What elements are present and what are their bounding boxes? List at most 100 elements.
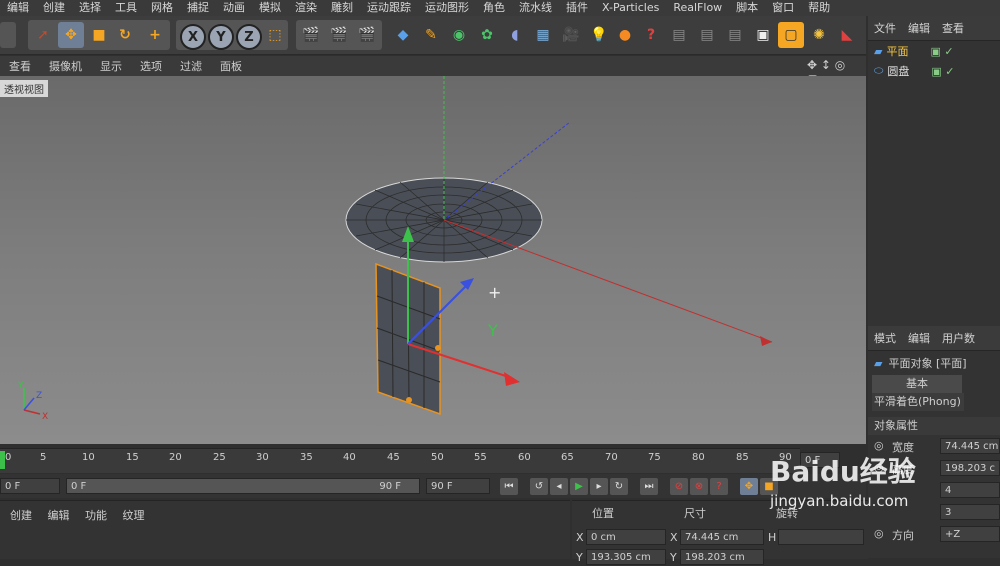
render-view-icon[interactable]: 🎬 [298, 22, 324, 48]
xp-modifier-icon[interactable]: ▤ [722, 22, 748, 48]
viewport-menu-options[interactable]: 选项 [131, 58, 171, 74]
menu-help[interactable]: 帮助 [801, 0, 837, 16]
cube-icon[interactable]: ◆ [390, 22, 416, 48]
mat-menu-texture[interactable]: 纹理 [123, 509, 145, 522]
move-tool-icon[interactable]: ✥ [58, 22, 84, 48]
h-rotation-input[interactable] [778, 529, 864, 545]
record-icon[interactable]: ⊘ [670, 478, 688, 495]
menu-mograph[interactable]: 运动图形 [418, 0, 476, 16]
render-picture-viewer-icon[interactable]: 🎬 [326, 22, 352, 48]
rotate-tool-icon[interactable]: ↻ [112, 22, 138, 48]
key-move-icon[interactable]: ✥ [740, 478, 758, 495]
menu-window[interactable]: 窗口 [765, 0, 801, 16]
om-tab-view[interactable]: 查看 [936, 20, 970, 36]
radio-icon[interactable]: ◎ [874, 527, 884, 540]
menu-mesh[interactable]: 网格 [144, 0, 180, 16]
y-size-input[interactable]: 198.203 cm [680, 549, 764, 565]
attr-tab-mode[interactable]: 模式 [868, 330, 902, 346]
end-frame-field[interactable]: 90 F [426, 478, 490, 494]
attr-tab-userdata[interactable]: 用户数 [936, 330, 981, 346]
auto-key-icon[interactable]: ⊗ [690, 478, 708, 495]
scale-tool-icon[interactable]: ■ [86, 22, 112, 48]
camera-icon[interactable]: 🎥 [558, 22, 584, 48]
timeline-ruler[interactable]: 0 5 10 15 20 25 30 35 40 45 50 55 60 65 … [0, 448, 800, 473]
prev-key-icon[interactable]: ◂ [550, 478, 568, 495]
mat-menu-function[interactable]: 功能 [85, 509, 107, 522]
om-tab-file[interactable]: 文件 [868, 20, 902, 36]
forward-icon[interactable]: ↻ [610, 478, 628, 495]
menu-snap[interactable]: 捕捉 [180, 0, 216, 16]
attr-tab-phong[interactable]: 平滑着色(Phong) [872, 393, 964, 411]
light-icon[interactable]: 💡 [586, 22, 612, 48]
layout-icon[interactable]: ▢ [778, 22, 804, 48]
next-key-icon[interactable]: ▸ [590, 478, 608, 495]
orientation-select[interactable]: +Z [940, 526, 1000, 542]
width-segments-input[interactable]: 4 [940, 482, 1000, 498]
coordinate-system-icon[interactable]: ⬚ [262, 22, 288, 48]
frame-range-slider[interactable]: 0 F 90 F [66, 478, 420, 494]
select-arrow-icon[interactable]: ➚ [30, 22, 56, 48]
viewport-menu-filter[interactable]: 过滤 [171, 58, 211, 74]
object-name: 圆盘 [887, 65, 910, 78]
sun-icon[interactable]: ● [612, 22, 638, 48]
visibility-check-icon[interactable]: ▣ ✓ [930, 45, 953, 58]
add-tool-icon[interactable]: + [142, 22, 168, 48]
menu-xparticles[interactable]: X-Particles [595, 0, 666, 16]
axis-z-button[interactable]: Z [236, 24, 262, 50]
axis-y-button[interactable]: Y [208, 24, 234, 50]
height-segments-input[interactable]: 3 [940, 504, 1000, 520]
3d-viewport[interactable]: + Y Y X Z [0, 76, 866, 444]
object-row-plane[interactable]: ▰ 平面 ▣ ✓ [868, 41, 1000, 61]
xyz-bulb-icon[interactable]: ✺ [806, 22, 832, 48]
x-position-input[interactable]: 0 cm [586, 529, 666, 545]
menu-script[interactable]: 脚本 [729, 0, 765, 16]
pen-icon[interactable]: ✎ [418, 22, 444, 48]
clapboard-icon[interactable]: ▣ [750, 22, 776, 48]
menu-edit[interactable]: 编辑 [0, 0, 36, 16]
menu-character[interactable]: 角色 [476, 0, 512, 16]
visibility-check-icon[interactable]: ▣ ✓ [931, 65, 954, 78]
axis-x-button[interactable]: X [180, 24, 206, 50]
menu-animate[interactable]: 动画 [216, 0, 252, 16]
subdivision-icon[interactable]: ◉ [446, 22, 472, 48]
viewport-menu-cameras[interactable]: 摄像机 [40, 58, 91, 74]
cinema4d-logo-icon[interactable]: ◣ [834, 22, 860, 48]
go-to-start-icon[interactable]: ⏮ [500, 478, 518, 495]
menu-motion-tracking[interactable]: 运动跟踪 [360, 0, 418, 16]
attr-tab-edit[interactable]: 编辑 [902, 330, 936, 346]
x-size-input[interactable]: 74.445 cm [680, 529, 764, 545]
mat-menu-create[interactable]: 创建 [10, 509, 32, 522]
menu-sculpt[interactable]: 雕刻 [324, 0, 360, 16]
menu-create[interactable]: 创建 [36, 0, 72, 16]
menu-realflow[interactable]: RealFlow [666, 0, 729, 16]
menu-select[interactable]: 选择 [72, 0, 108, 16]
object-row-disc[interactable]: ⬭ 圆盘 ▣ ✓ [868, 61, 1000, 81]
deformer-icon[interactable]: ◖ [502, 22, 528, 48]
attr-tab-basic[interactable]: 基本 [872, 375, 962, 393]
viewport-menu-display[interactable]: 显示 [91, 58, 131, 74]
cloner-icon[interactable]: ✿ [474, 22, 500, 48]
y-position-input[interactable]: 193.305 cm [586, 549, 666, 565]
menu-pipeline[interactable]: 流水线 [512, 0, 559, 16]
menu-simulate[interactable]: 模拟 [252, 0, 288, 16]
width-input[interactable]: 74.445 cm [940, 438, 1000, 454]
undo-icon[interactable] [0, 22, 16, 48]
height-input[interactable]: 198.203 c [940, 460, 1000, 476]
play-icon[interactable]: ▶ [570, 478, 588, 495]
go-to-end-icon[interactable]: ⏭ [640, 478, 658, 495]
start-frame-field[interactable]: 0 F [0, 478, 60, 494]
mat-menu-edit[interactable]: 编辑 [48, 509, 70, 522]
menu-plugins[interactable]: 插件 [559, 0, 595, 16]
key-help-icon[interactable]: ? [710, 478, 728, 495]
xp-system-icon[interactable]: ▤ [694, 22, 720, 48]
menu-render[interactable]: 渲染 [288, 0, 324, 16]
om-tab-edit[interactable]: 编辑 [902, 20, 936, 36]
help-icon[interactable]: ? [638, 22, 664, 48]
loop-icon[interactable]: ↺ [530, 478, 548, 495]
viewport-menu-panel[interactable]: 面板 [211, 58, 251, 74]
render-settings-icon[interactable]: 🎬 [354, 22, 380, 48]
floor-icon[interactable]: ▦ [530, 22, 556, 48]
viewport-menu-view[interactable]: 查看 [0, 58, 40, 74]
xp-emitter-icon[interactable]: ▤ [666, 22, 692, 48]
menu-tools[interactable]: 工具 [108, 0, 144, 16]
